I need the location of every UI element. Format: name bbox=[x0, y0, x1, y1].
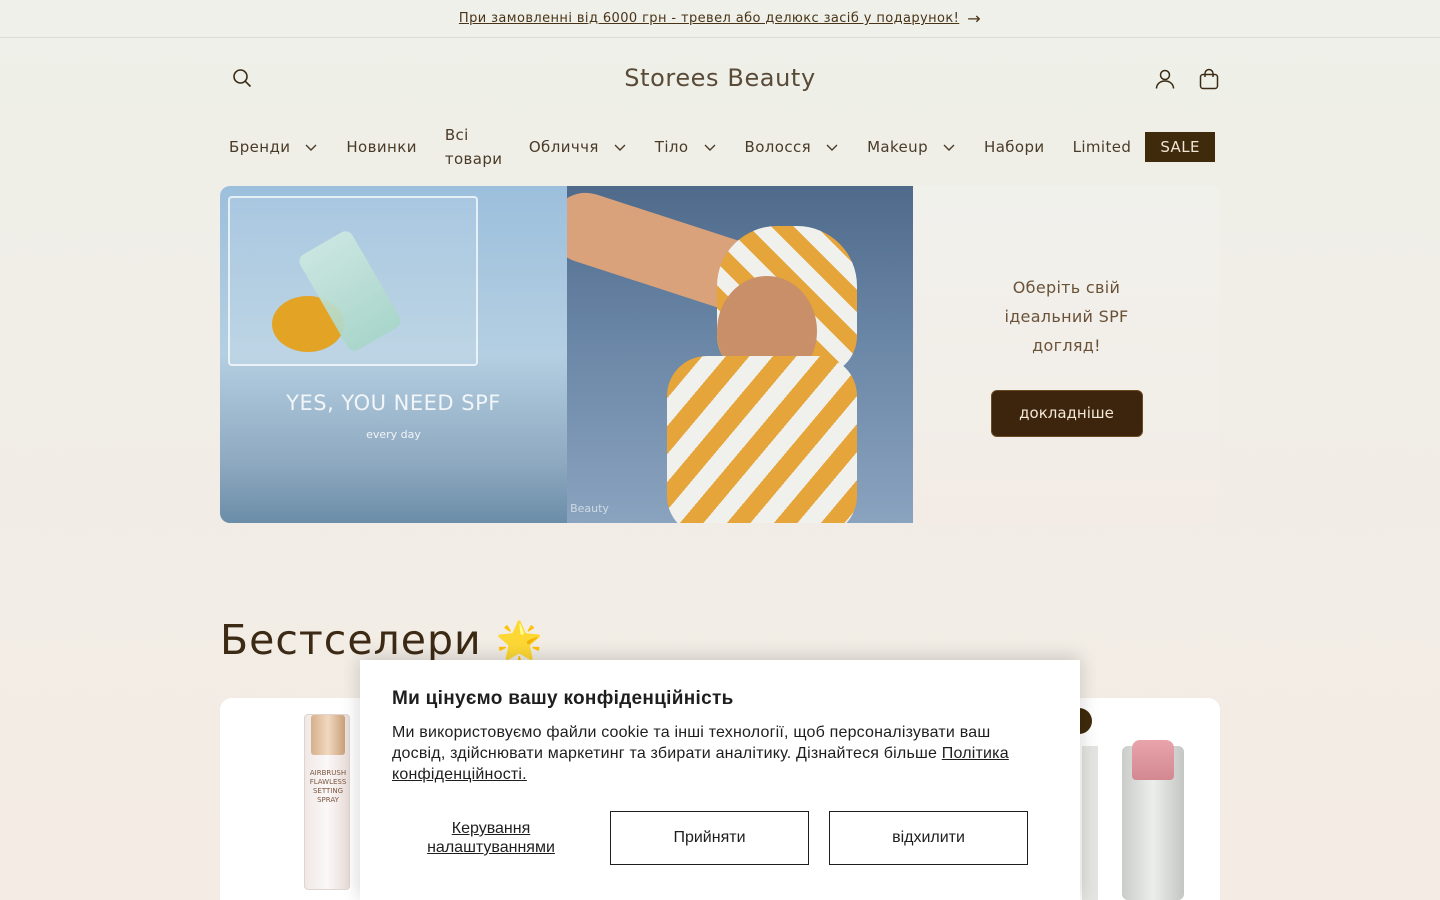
nav-item-makeup[interactable]: Makeup bbox=[853, 138, 970, 156]
cookie-body: Ми використовуємо файли cookie та інші т… bbox=[392, 722, 1048, 785]
hero-image-subline: every day bbox=[366, 428, 421, 441]
nav-item-hair[interactable]: Волосся bbox=[731, 138, 854, 156]
cookie-actions: Керування налаштуваннями Прийняти відхил… bbox=[392, 811, 1048, 865]
manage-settings-button[interactable]: Керування налаштуваннями bbox=[392, 819, 590, 857]
hero-text-panel: Оберіть свій ідеальний SPF догляд! докла… bbox=[913, 186, 1220, 523]
nav-item-all-products[interactable]: Всі товари bbox=[431, 123, 515, 171]
nav-item-label: Всі товари bbox=[444, 126, 503, 168]
nav-item-label: SALE bbox=[1160, 138, 1200, 156]
towel-wrap-illustration bbox=[667, 356, 857, 523]
nav-item-sale[interactable]: SALE bbox=[1145, 132, 1215, 162]
reject-button[interactable]: відхилити bbox=[829, 811, 1028, 865]
nav-item-label: Волосся bbox=[744, 138, 812, 156]
cookie-consent-dialog: Ми цінуємо вашу конфіденційність Ми вико… bbox=[360, 660, 1080, 900]
hero-banner: YES, YOU NEED SPF every day Storees Beau… bbox=[220, 186, 1220, 523]
hero-watermark: Storees Beauty bbox=[567, 502, 609, 515]
nav-item-new[interactable]: Новинки bbox=[332, 138, 430, 156]
bottle-cap bbox=[311, 715, 345, 755]
nav-item-sets[interactable]: Набори bbox=[970, 138, 1059, 156]
nav-item-label: Обличчя bbox=[528, 138, 599, 156]
main-nav: Бренди Новинки Всі товари Обличчя Тіло В… bbox=[220, 122, 1220, 172]
nav-item-label: Makeup bbox=[867, 138, 929, 156]
blush-tip bbox=[1132, 740, 1174, 780]
nav-item-label: Новинки bbox=[346, 138, 417, 156]
nav-item-label: Тіло bbox=[654, 138, 689, 156]
nav-item-brands[interactable]: Бренди bbox=[220, 138, 332, 156]
nav-item-face[interactable]: Обличчя bbox=[515, 138, 641, 156]
nav-item-label: Limited bbox=[1072, 138, 1132, 156]
nav-item-limited[interactable]: Limited bbox=[1059, 138, 1146, 156]
hero-copy: Оберіть свій ідеальний SPF догляд! bbox=[1004, 277, 1129, 355]
hero-image-model[interactable]: Storees Beauty bbox=[567, 186, 913, 523]
chevron-down-icon bbox=[943, 144, 955, 151]
chevron-down-icon bbox=[614, 144, 626, 151]
bestsellers-title: Бестселери 🌟 bbox=[220, 616, 544, 664]
bestsellers-title-text: Бестселери bbox=[220, 616, 482, 664]
product-image-blush-stick[interactable] bbox=[1122, 740, 1184, 900]
chevron-down-icon bbox=[704, 144, 715, 151]
cookie-body-text: Ми використовуємо файли cookie та інші т… bbox=[392, 724, 991, 762]
nav-item-body[interactable]: Тіло bbox=[641, 138, 731, 156]
chevron-down-icon bbox=[826, 144, 838, 151]
hero-image-headline: YES, YOU NEED SPF bbox=[286, 391, 501, 415]
account-icon[interactable] bbox=[1154, 68, 1176, 90]
product-image-partial[interactable] bbox=[1082, 746, 1098, 900]
site-logo[interactable]: Storees Beauty bbox=[220, 64, 1220, 92]
product-label: AIRBRUSH FLAWLESS SETTING SPRAY bbox=[309, 769, 347, 804]
star-icon: 🌟 bbox=[495, 619, 545, 663]
nav-item-label: Бренди bbox=[229, 138, 291, 156]
hero-more-button[interactable]: докладніше bbox=[990, 389, 1143, 437]
announcement-bar: При замовленні від 6000 грн - тревел або… bbox=[0, 0, 1440, 38]
cookie-title: Ми цінуємо вашу конфіденційність bbox=[392, 688, 734, 709]
announcement-link[interactable]: При замовленні від 6000 грн - тревел або… bbox=[459, 11, 959, 26]
chevron-down-icon bbox=[305, 144, 317, 151]
accept-button[interactable]: Прийняти bbox=[610, 811, 809, 865]
nav-item-label: Набори bbox=[984, 138, 1045, 156]
site-header: Storees Beauty bbox=[220, 38, 1220, 122]
product-image-setting-spray[interactable]: AIRBRUSH FLAWLESS SETTING SPRAY bbox=[304, 714, 350, 890]
cart-icon[interactable] bbox=[1198, 68, 1220, 90]
arrow-right-icon[interactable]: → bbox=[967, 9, 981, 28]
hero-image-product[interactable]: YES, YOU NEED SPF every day bbox=[220, 186, 567, 523]
